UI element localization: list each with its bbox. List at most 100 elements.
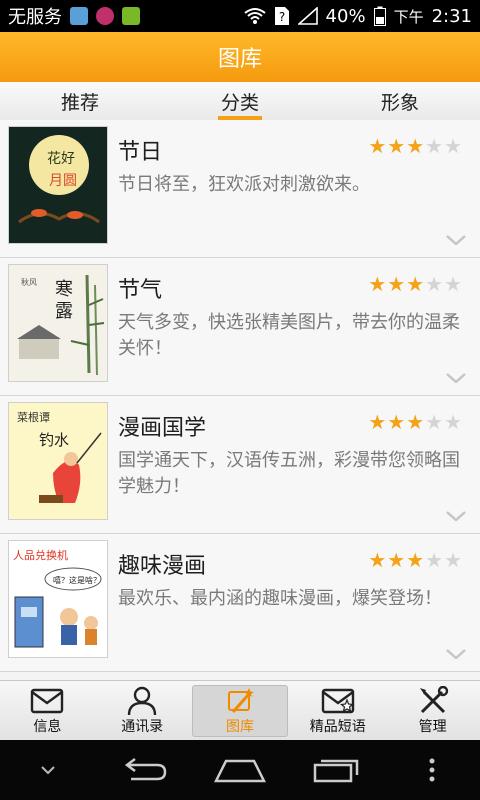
item-description: 国学通天下，汉语传五洲，彩漫带您领略国学魅力！	[118, 450, 460, 497]
game-icon	[122, 7, 140, 25]
status-bar: 无服务 ? 40% 下午 2:31	[0, 0, 480, 32]
star-icon: ★	[387, 134, 406, 158]
star-icon: ★	[368, 410, 387, 434]
svg-text:秋风: 秋风	[21, 277, 37, 287]
rating-stars: ★ ★ ★ ★ ★	[368, 550, 462, 570]
star-icon: ★	[387, 410, 406, 434]
svg-text:寒: 寒	[55, 279, 73, 300]
svg-text:月圆: 月圆	[49, 173, 77, 189]
tab-bar: 推荐 分类 形象	[0, 82, 480, 121]
nav-contacts[interactable]: 通讯录	[95, 681, 190, 741]
star-icon: ★	[387, 272, 406, 296]
star-icon: ★	[368, 272, 387, 296]
star-icon: ★	[368, 548, 387, 572]
tab-label: 形象	[380, 91, 419, 114]
battery-percent: 40%	[325, 5, 366, 27]
chevron-down-icon[interactable]	[446, 509, 466, 525]
nav-phrases[interactable]: 精品短语	[290, 681, 385, 741]
star-empty-icon: ★	[425, 272, 444, 296]
app-icon	[96, 7, 114, 25]
star-empty-icon: ★	[425, 410, 444, 434]
svg-text:钓水: 钓水	[39, 431, 69, 449]
title-bar: 图库	[0, 32, 480, 82]
svg-text:?: ?	[278, 10, 284, 24]
star-icon: ★	[387, 548, 406, 572]
rating-stars: ★ ★ ★ ★ ★	[368, 136, 462, 156]
star-empty-icon: ★	[425, 134, 444, 158]
nav-label: 信息	[33, 719, 62, 735]
item-description: 最欢乐、最内涵的趣味漫画，爆笑登场！	[118, 588, 442, 609]
signal-icon	[297, 7, 318, 25]
star-icon: ★	[368, 134, 387, 158]
carrier-label: 无服务	[8, 7, 62, 28]
star-icon: ★	[406, 548, 425, 572]
tools-icon	[419, 686, 448, 714]
list-item[interactable]: 菜根谭 钓水 漫画国学 ★ ★ ★ ★ ★ 国学通天下，汉语传五洲，彩漫带您领略…	[0, 396, 480, 534]
tab-recommend[interactable]: 推荐	[0, 82, 160, 120]
back-button[interactable]	[114, 750, 174, 790]
home-button[interactable]	[210, 750, 270, 790]
hide-nav-button[interactable]	[18, 750, 78, 790]
tab-label: 分类	[220, 91, 259, 114]
moon-festival-thumbnail: 花好 月圆	[8, 126, 108, 244]
nav-label: 图库	[225, 719, 254, 735]
star-empty-icon: ★	[444, 410, 462, 434]
star-empty-icon: ★	[444, 134, 462, 158]
home-icon	[214, 759, 266, 783]
svg-text:菜根谭: 菜根谭	[17, 410, 50, 424]
sim-unknown-icon: ?	[274, 7, 289, 25]
item-title: 漫画国学	[118, 416, 207, 441]
person-icon	[127, 686, 157, 716]
nav-manage[interactable]: 管理	[385, 681, 480, 741]
bamboo-painting-thumbnail: 寒 露 秋风	[8, 264, 108, 382]
tab-image[interactable]: 形象	[320, 82, 480, 120]
recents-button[interactable]	[306, 750, 366, 790]
chevron-down-icon[interactable]	[446, 233, 466, 249]
svg-text:人品兑换机: 人品兑换机	[13, 548, 68, 562]
nav-label: 管理	[418, 719, 447, 735]
list-item[interactable]: 寒 露 秋风 节气 ★ ★ ★ ★ ★ 天气多变，快选张精美图片，带去你的温柔关…	[0, 258, 480, 396]
chevron-down-icon	[41, 766, 55, 775]
nav-label: 通讯录	[121, 719, 164, 735]
battery-icon	[373, 6, 386, 26]
item-title: 节气	[118, 278, 163, 303]
wifi-icon	[243, 8, 266, 24]
back-icon	[124, 758, 167, 781]
list-item[interactable]: 人品兑换机 嘻？这是啥？ 趣味漫画 ★ ★ ★ ★ ★ 最欢乐、最内涵的趣味漫画…	[0, 534, 480, 672]
menu-button[interactable]	[402, 750, 462, 790]
item-description: 节日将至，狂欢派对刺激欲来。	[118, 174, 370, 195]
star-empty-icon: ★	[425, 548, 444, 572]
nav-messages[interactable]: 信息	[0, 681, 95, 741]
star-icon: ★	[406, 272, 425, 296]
clock: 2:31	[431, 5, 472, 27]
star-envelope-icon	[321, 688, 354, 714]
svg-text:嘻？这是啥？: 嘻？这是啥？	[53, 575, 101, 585]
item-description: 天气多变，快选张精美图片，带去你的温柔关怀！	[118, 312, 460, 359]
overflow-menu-icon	[429, 758, 435, 782]
star-empty-icon: ★	[444, 272, 462, 296]
comic-fishing-thumbnail: 菜根谭 钓水	[8, 402, 108, 520]
tab-label: 推荐	[60, 91, 99, 114]
bottom-nav: 信息 通讯录 图库 精品短语 管理	[0, 680, 480, 741]
envelope-icon	[31, 688, 64, 714]
svg-text:花好: 花好	[47, 151, 75, 167]
star-icon: ★	[406, 134, 425, 158]
nav-gallery[interactable]: 图库	[191, 685, 289, 737]
magic-wand-icon	[227, 688, 254, 713]
system-nav-bar	[0, 740, 480, 800]
nav-label: 精品短语	[309, 719, 366, 735]
list-item[interactable]: 花好 月圆 节日 ★ ★ ★ ★ ★ 节日将至，狂欢派对刺激欲来。	[0, 120, 480, 258]
page-title: 图库	[217, 47, 262, 72]
item-title: 节日	[118, 140, 163, 165]
chevron-down-icon[interactable]	[446, 371, 466, 387]
chevron-down-icon[interactable]	[446, 647, 466, 663]
recents-icon	[313, 759, 359, 783]
tab-category[interactable]: 分类	[160, 82, 320, 120]
category-list[interactable]: 花好 月圆 节日 ★ ★ ★ ★ ★ 节日将至，狂欢派对刺激欲来。 寒 露 秋风…	[0, 120, 480, 680]
star-empty-icon: ★	[444, 548, 462, 572]
time-period: 下午	[393, 7, 424, 26]
rating-stars: ★ ★ ★ ★ ★	[368, 412, 462, 432]
item-title: 趣味漫画	[118, 554, 207, 579]
comic-machine-thumbnail: 人品兑换机 嘻？这是啥？	[8, 540, 108, 658]
rating-stars: ★ ★ ★ ★ ★	[368, 274, 462, 294]
